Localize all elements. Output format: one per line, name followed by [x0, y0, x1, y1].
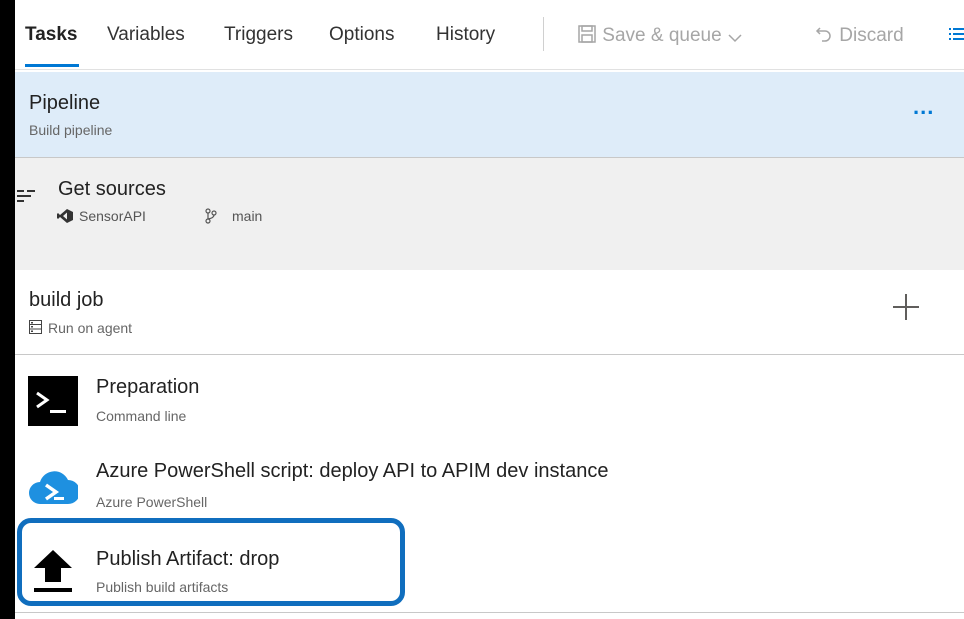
agent-server-icon	[29, 320, 42, 334]
discard-button[interactable]: Discard	[814, 24, 904, 47]
repo-name: SensorAPI	[79, 208, 146, 224]
task-subtitle: Command line	[96, 408, 187, 424]
azure-powershell-icon	[29, 471, 78, 504]
active-tab-indicator	[25, 64, 79, 67]
tab-tasks[interactable]: Tasks	[25, 24, 77, 46]
save-icon	[578, 25, 596, 43]
save-queue-button[interactable]: Save & queue	[577, 24, 743, 47]
tab-variables[interactable]: Variables	[107, 24, 185, 46]
job-subtitle: Run on agent	[48, 320, 133, 336]
get-sources-item[interactable]: Get sources SensorAPI main	[15, 158, 964, 270]
undo-icon	[815, 27, 831, 42]
tab-triggers[interactable]: Triggers	[224, 24, 293, 46]
pipeline-title: Pipeline	[29, 92, 101, 114]
branch-name: main	[232, 208, 263, 224]
pipeline-subtitle: Build pipeline	[29, 122, 113, 138]
summary-button[interactable]	[949, 24, 964, 46]
toolbar-separator	[543, 17, 544, 51]
tab-history[interactable]: History	[436, 24, 495, 46]
task-subtitle: Azure PowerShell	[96, 494, 208, 510]
more-options-button[interactable]: ...	[913, 94, 934, 120]
task-title: Azure PowerShell script: deploy API to A…	[96, 460, 609, 482]
list-icon	[949, 28, 964, 40]
task-item-azure-powershell[interactable]: Azure PowerShell script: deploy API to A…	[15, 442, 964, 528]
save-queue-label: Save & queue	[602, 25, 722, 46]
discard-label: Discard	[839, 25, 904, 46]
divider	[15, 612, 964, 613]
selection-highlight	[17, 518, 405, 606]
chevron-down-icon	[728, 34, 742, 43]
task-item-preparation[interactable]: Preparation Command line	[15, 356, 964, 442]
pipeline-section[interactable]: Pipeline Build pipeline ...	[15, 72, 964, 158]
add-task-button[interactable]	[891, 292, 921, 322]
tab-options[interactable]: Options	[329, 24, 394, 46]
source-list-icon	[17, 190, 35, 202]
job-title: build job	[29, 289, 104, 311]
pipeline-editor: Tasks Variables Triggers Options History…	[15, 0, 964, 619]
visual-studio-icon	[57, 209, 73, 223]
build-job-item[interactable]: build job Run on agent	[15, 270, 964, 355]
top-nav: Tasks Variables Triggers Options History…	[15, 0, 964, 70]
command-line-icon	[28, 376, 78, 426]
branch-icon	[205, 208, 217, 224]
get-sources-title: Get sources	[58, 178, 166, 200]
task-title: Preparation	[96, 376, 200, 398]
